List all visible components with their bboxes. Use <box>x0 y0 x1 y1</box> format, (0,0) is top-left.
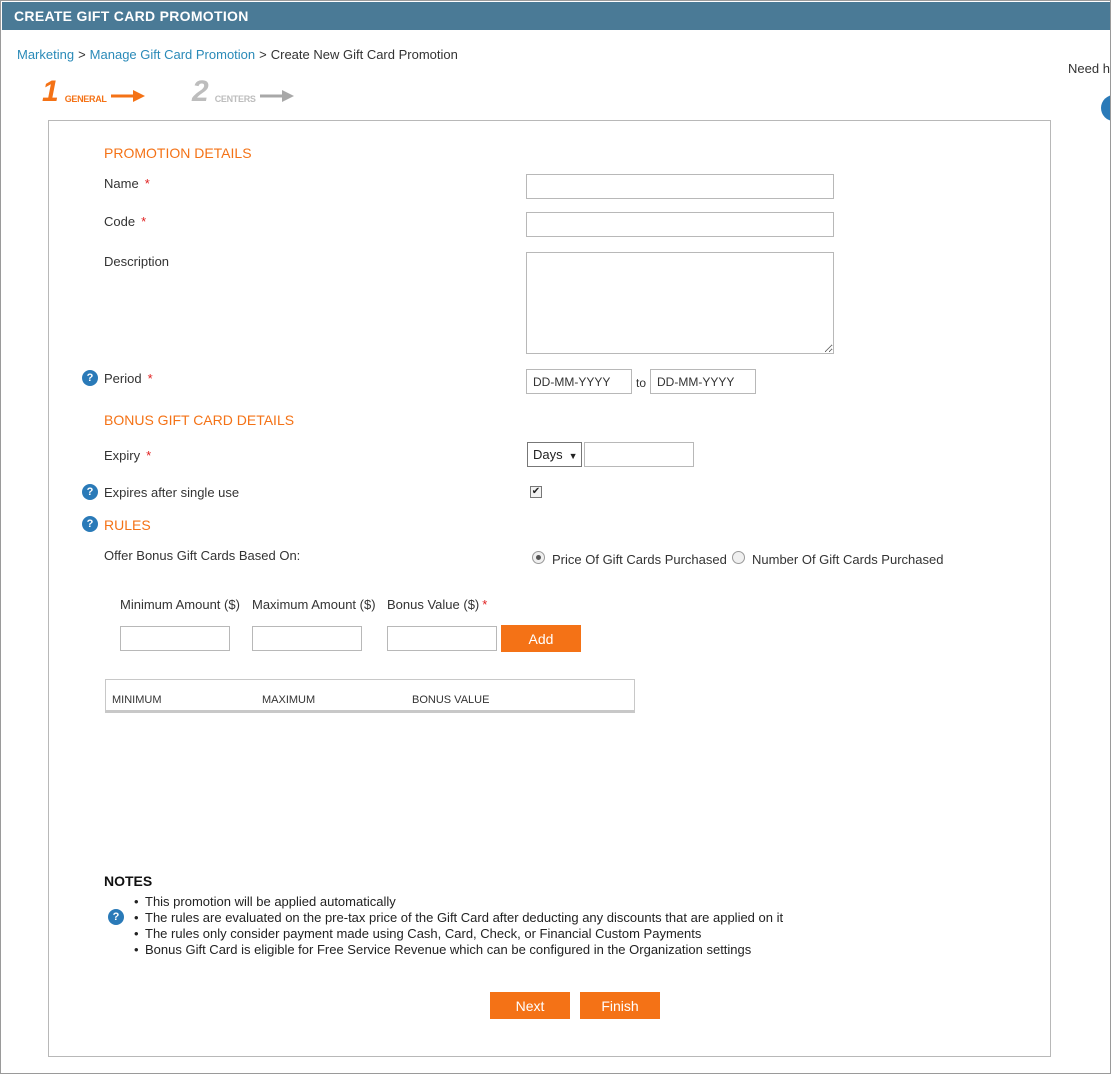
bonus-value-label: Bonus Value ($) * <box>387 597 487 612</box>
notes-list: This promotion will be applied automatic… <box>134 894 783 958</box>
help-button[interactable] <box>1101 95 1110 121</box>
column-maximum: MAXIMUM <box>262 694 316 706</box>
based-on-label: Offer Bonus Gift Cards Based On: <box>104 548 301 563</box>
note-item: This promotion will be applied automatic… <box>134 894 783 910</box>
notes-title: NOTES <box>104 873 153 889</box>
radio-number-label[interactable]: Number Of Gift Cards Purchased <box>752 552 943 567</box>
arrow-right-icon <box>110 90 145 105</box>
code-label: Code * <box>104 214 146 229</box>
bonus-value-input[interactable] <box>387 626 497 651</box>
page-frame: CREATE GIFT CARD PROMOTION Marketing > Man… <box>0 0 1111 1074</box>
required-mark: * <box>482 597 488 612</box>
breadcrumb-separator: > <box>78 47 86 62</box>
question-circle-icon[interactable]: ? <box>82 484 98 500</box>
required-mark: * <box>146 448 152 463</box>
column-bonus-value: BONUS VALUE <box>412 694 490 706</box>
step-centers[interactable]: 2 CENTERS <box>192 77 294 107</box>
radio-price[interactable] <box>532 551 545 564</box>
step-general[interactable]: 1 GENERAL <box>42 77 145 107</box>
description-label: Description <box>104 254 170 269</box>
step-number: 1 <box>42 75 59 108</box>
breadcrumb: Marketing > Manage Gift Card Promotion > Cre… <box>17 47 458 62</box>
step-number: 2 <box>192 75 209 108</box>
bonus-value-label-text: Bonus Value ($) <box>387 597 480 612</box>
name-label-text: Name <box>104 176 139 191</box>
breadcrumb-manage-gift-card-promotion[interactable]: Manage Gift Card Promotion <box>90 47 255 62</box>
rules-table-header: MINIMUM MAXIMUM BONUS VALUE <box>105 679 635 713</box>
note-item: Bonus Gift Card is eligible for Free Ser… <box>134 942 783 958</box>
name-input[interactable] <box>526 174 834 199</box>
single-use-label: Expires after single use <box>104 485 240 500</box>
expiry-unit-value: Days <box>533 447 563 462</box>
question-circle-icon[interactable]: ? <box>82 516 98 532</box>
bonus-details-heading: BONUS GIFT CARD DETAILS <box>104 412 295 428</box>
expiry-unit-select[interactable]: Days ▼ <box>527 442 582 467</box>
column-minimum: MINIMUM <box>112 694 162 706</box>
max-amount-input[interactable] <box>252 626 362 651</box>
note-item: The rules are evaluated on the pre-tax p… <box>134 910 783 926</box>
need-help-link[interactable]: Need he <box>1068 61 1110 76</box>
description-textarea[interactable] <box>526 252 834 354</box>
code-label-text: Code <box>104 214 136 229</box>
expiry-label-text: Expiry <box>104 448 141 463</box>
max-amount-label: Maximum Amount ($) <box>252 597 376 612</box>
name-label: Name * <box>104 176 150 191</box>
period-to-input[interactable] <box>650 369 756 394</box>
question-circle-icon[interactable]: ? <box>108 909 124 925</box>
period-to-label: to <box>636 376 647 390</box>
required-mark: * <box>141 214 147 229</box>
add-button[interactable]: Add <box>501 625 581 652</box>
expiry-label: Expiry * <box>104 448 151 463</box>
min-amount-input[interactable] <box>120 626 230 651</box>
required-mark: * <box>147 371 153 386</box>
promotion-details-heading: PROMOTION DETAILS <box>104 145 252 161</box>
form-panel: PROMOTION DETAILS Name * Code * Descriptio… <box>48 120 1051 1057</box>
code-input[interactable] <box>526 212 834 237</box>
single-use-checkbox[interactable]: ✔ <box>530 486 542 498</box>
question-circle-icon[interactable]: ? <box>82 370 98 386</box>
period-label: Period * <box>104 371 153 386</box>
finish-button[interactable]: Finish <box>580 992 660 1019</box>
breadcrumb-marketing[interactable]: Marketing <box>17 47 74 62</box>
required-mark: * <box>144 176 150 191</box>
radio-price-label[interactable]: Price Of Gift Cards Purchased <box>552 552 727 567</box>
note-item: The rules only consider payment made usi… <box>134 926 783 942</box>
step-label: CENTERS <box>214 94 256 104</box>
expiry-value-input[interactable] <box>584 442 694 467</box>
arrow-right-icon <box>259 90 294 105</box>
period-from-input[interactable] <box>526 369 632 394</box>
page-title: CREATE GIFT CARD PROMOTION <box>2 2 1110 30</box>
breadcrumb-separator: > <box>259 47 267 62</box>
next-button[interactable]: Next <box>490 992 570 1019</box>
radio-number[interactable] <box>732 551 745 564</box>
checkmark-icon: ✔ <box>531 486 541 497</box>
caret-down-icon: ▼ <box>568 451 578 461</box>
breadcrumb-current: Create New Gift Card Promotion <box>270 47 458 62</box>
period-label-text: Period <box>104 371 142 386</box>
min-amount-label: Minimum Amount ($) <box>120 597 240 612</box>
step-label: GENERAL <box>64 94 107 104</box>
rules-heading: RULES <box>104 517 151 533</box>
